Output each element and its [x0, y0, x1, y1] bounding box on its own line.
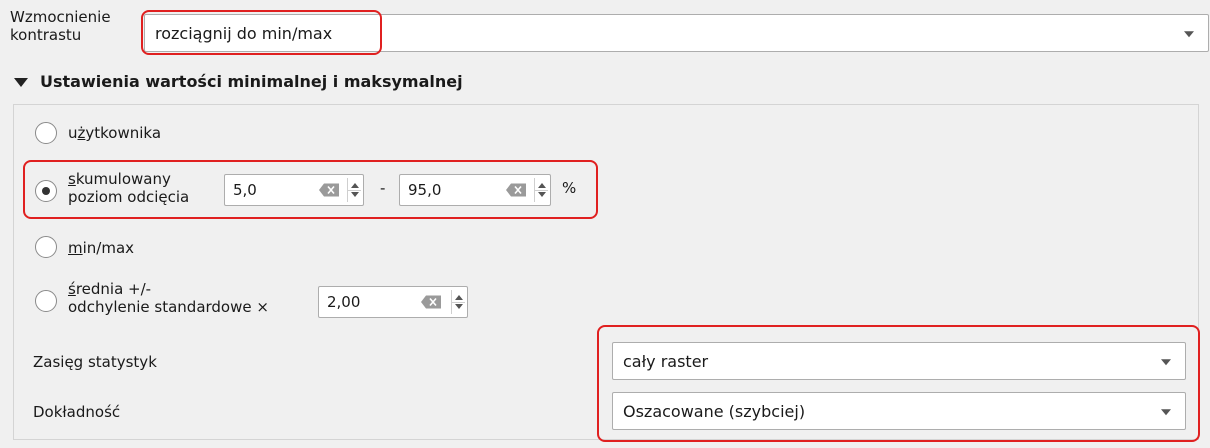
stddev-value: 2,00	[327, 293, 361, 311]
chevron-down-icon	[1161, 409, 1171, 416]
radio-stddev[interactable]	[35, 290, 57, 312]
radio-minmax-label[interactable]: min/max	[68, 239, 134, 257]
step-up-icon[interactable]	[538, 183, 546, 188]
radio-minmax-label-text: min/max	[68, 239, 135, 257]
radio-minmax[interactable]	[35, 236, 57, 258]
step-up-icon[interactable]	[351, 183, 359, 188]
radio-cumulative-label[interactable]: skumulowany poziom odcięcia	[68, 170, 189, 206]
percent-unit: %	[562, 179, 577, 197]
cumulative-max-spinbox[interactable]: 95,0	[399, 174, 551, 206]
accuracy-label: Dokładność	[33, 403, 120, 421]
contrast-enhancement-label: Wzmocnienie kontrastu	[10, 8, 140, 44]
contrast-label-text: Wzmocnienie kontrastu	[10, 8, 111, 44]
statistics-extent-value: cały raster	[623, 351, 709, 371]
accuracy-label-text: Dokładność	[33, 403, 121, 421]
cumulative-min-value: 5,0	[233, 181, 257, 199]
clear-icon[interactable]	[421, 295, 441, 309]
range-separator: -	[380, 179, 386, 197]
step-up-icon[interactable]	[455, 295, 463, 300]
stddev-label-line2: odchylenie standardowe ×	[68, 298, 269, 316]
stddev-label-line1: średnia +/-	[68, 280, 152, 298]
radio-user-label[interactable]: użytkownika	[68, 124, 161, 142]
radio-user-label-text: użytkownika	[68, 124, 162, 142]
chevron-down-icon	[1161, 359, 1171, 366]
chevron-down-icon	[1184, 31, 1194, 38]
contrast-enhancement-value: rozciągnij do min/max	[155, 23, 333, 43]
collapse-triangle-icon	[14, 78, 28, 87]
cumulative-label-line2: poziom odcięcia	[68, 188, 190, 206]
step-down-icon[interactable]	[351, 192, 359, 197]
cumulative-min-spinbox[interactable]: 5,0	[224, 174, 364, 206]
cumulative-max-value: 95,0	[408, 181, 442, 199]
clear-icon[interactable]	[506, 183, 526, 197]
stddev-spinbox[interactable]: 2,00	[318, 286, 468, 318]
group-title: Ustawienia wartości minimalnej i maksyma…	[40, 72, 463, 91]
cumulative-max-stepper[interactable]	[534, 178, 548, 202]
radio-stddev-label[interactable]: średnia +/- odchylenie standardowe ×	[68, 280, 269, 316]
min-max-settings-group-header[interactable]: Ustawienia wartości minimalnej i maksyma…	[14, 72, 463, 91]
accuracy-value: Oszacowane (szybciej)	[623, 401, 806, 421]
statistics-extent-combo[interactable]: cały raster	[612, 342, 1186, 380]
clear-icon[interactable]	[319, 183, 339, 197]
statistics-extent-label: Zasięg statystyk	[33, 353, 157, 371]
radio-cumulative-cut[interactable]	[35, 180, 57, 202]
step-down-icon[interactable]	[538, 192, 546, 197]
stddev-stepper[interactable]	[451, 290, 465, 314]
cumulative-label-line1: skumulowany	[68, 170, 171, 188]
step-down-icon[interactable]	[455, 304, 463, 309]
radio-user[interactable]	[35, 122, 57, 144]
accuracy-combo[interactable]: Oszacowane (szybciej)	[612, 392, 1186, 430]
min-max-settings-panel	[13, 104, 1199, 440]
statistics-extent-label-text: Zasięg statystyk	[33, 353, 157, 371]
contrast-enhancement-combo[interactable]: rozciągnij do min/max	[144, 14, 1209, 52]
cumulative-min-stepper[interactable]	[347, 178, 361, 202]
